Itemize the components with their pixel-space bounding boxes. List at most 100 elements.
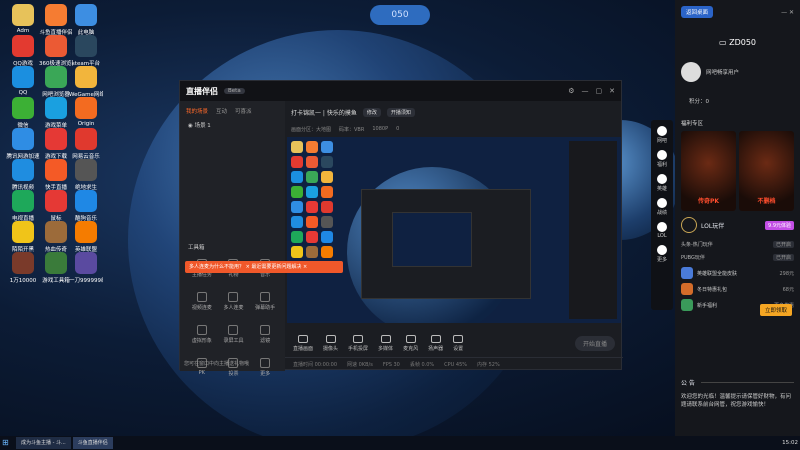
- desktop-icon-origin[interactable]: Origin: [69, 97, 103, 127]
- desktop-icon-netease-music[interactable]: 网易云音乐: [69, 128, 103, 160]
- preview-qq-game-icon: [291, 156, 303, 168]
- notice-banner[interactable]: 多人连麦为什么不能用？ × 最近需要更新问题解决 ×: [185, 261, 343, 273]
- desktop-icon-kuaishou[interactable]: 快手直播: [39, 159, 73, 191]
- kuaishou-icon: [45, 159, 67, 181]
- promo-card[interactable]: 不删档: [739, 131, 794, 211]
- rail-item[interactable]: 更多: [651, 245, 673, 263]
- video-player-icon: [12, 159, 34, 181]
- desktop-icon-tencent-assistant[interactable]: 腾讯网游加速: [6, 128, 40, 160]
- desktop-icon-lol-client[interactable]: 英雄联盟: [69, 221, 103, 253]
- desktop-icon-kugou[interactable]: 酷狗音乐: [69, 190, 103, 222]
- desktop-icon-wechat[interactable]: 微信: [6, 97, 40, 129]
- desktop-icon-360[interactable]: 360极速浏览器: [39, 35, 73, 67]
- desktop-icon-steam[interactable]: steam平台: [69, 35, 103, 67]
- desktop-icon-game-tool[interactable]: 游戏工具箱: [39, 252, 73, 284]
- desktop-icon-douyu-streaming[interactable]: 斗鱼直播伴侣: [39, 4, 73, 36]
- offer-item[interactable]: 冬日特惠礼包 68元: [681, 283, 794, 295]
- desktop-icon-game-house[interactable]: 陌陌开黑: [6, 221, 40, 253]
- control-item[interactable]: 设置: [453, 334, 464, 352]
- lol-badge-icon: [681, 217, 697, 233]
- offer-item[interactable]: 英雄联盟全能皮肤 298元: [681, 267, 794, 279]
- rail-icon: [657, 150, 667, 160]
- preview-chrome-icon: [306, 171, 318, 183]
- desktop-icon-wegame[interactable]: WeGame网络: [69, 66, 103, 98]
- maximize-icon[interactable]: ▢: [596, 87, 603, 95]
- back-desktop-button[interactable]: 返回桌面: [681, 6, 714, 18]
- desktop-icon-qq[interactable]: QQ: [6, 66, 40, 96]
- start-live-button[interactable]: 开始直播: [574, 335, 615, 351]
- panel-window-controls[interactable]: — ✕: [781, 9, 794, 16]
- taskbar: ⊞ 成为斗鱼主播 - 斗... 斗鱼直播伴侣 15:02: [0, 436, 800, 450]
- notice-body: 欢迎您的光临！温馨提示请保管好财物，有问题请联系前台网管，祝您游戏愉快！: [681, 394, 792, 408]
- desktop-icon-moba[interactable]: 一刀999999级: [69, 252, 103, 284]
- tool-item[interactable]: 录屏工具: [218, 325, 250, 344]
- tool-item[interactable]: 更多: [249, 358, 281, 377]
- nested-preview-inner: [392, 212, 472, 267]
- rail-item[interactable]: LOL: [651, 222, 673, 239]
- desktop-icon-qq-game[interactable]: QQ游戏: [6, 35, 40, 67]
- tool-item[interactable]: 滤镜: [249, 325, 281, 344]
- control-item[interactable]: 扬声器: [428, 334, 443, 352]
- desktop-icon-administrator[interactable]: Adm: [6, 4, 40, 34]
- user-card[interactable]: 网吧畅享用户: [681, 57, 794, 87]
- tool-item[interactable]: 虚拟形象: [186, 325, 218, 344]
- edit-button[interactable]: 修改: [362, 107, 381, 117]
- service-row[interactable]: PUBG玩伴 已开启: [681, 252, 794, 263]
- status-item: 内存 52%: [477, 362, 500, 368]
- lol-companion[interactable]: LOL玩伴 9.9元体验: [681, 217, 794, 233]
- left-footer-text: 您可在窗口中向主播送礼物哦: [184, 361, 250, 367]
- tool-item[interactable]: 弹幕助手: [249, 292, 281, 311]
- claim-button[interactable]: 立即领取: [759, 304, 792, 316]
- desktop-icon-chrome[interactable]: 网吧浏览器: [39, 66, 73, 98]
- service-row[interactable]: 头条-热门玩伴 已开启: [681, 239, 794, 250]
- taskbar-item[interactable]: 成为斗鱼主播 - 斗...: [16, 437, 71, 449]
- taskbar-item[interactable]: 斗鱼直播伴侣: [72, 437, 113, 449]
- preview-origin-icon: [321, 186, 333, 198]
- tool-label: 录屏工具: [223, 338, 244, 344]
- control-item[interactable]: 摄像头: [323, 334, 338, 352]
- desktop-icon-game-center[interactable]: 游戏菜单: [39, 97, 73, 129]
- service-status: 已开启: [772, 241, 794, 248]
- desktop-icon-pc[interactable]: 此电脑: [69, 4, 103, 36]
- windows-start-icon[interactable]: ⊞: [2, 438, 14, 448]
- rail-item[interactable]: 战绩: [651, 198, 673, 216]
- left-tab[interactable]: 我的场景: [186, 107, 208, 115]
- rail-item[interactable]: 英雄: [651, 174, 673, 192]
- tool-item[interactable]: 视频连麦: [186, 292, 218, 311]
- offer-price: 68元: [782, 286, 794, 293]
- control-label: 手机投屏: [348, 345, 369, 352]
- rail-item[interactable]: 网吧: [651, 126, 673, 144]
- desktop-icon-pubg[interactable]: 绝地求生: [69, 159, 103, 191]
- scene-item[interactable]: ◉ 场景 1: [180, 121, 285, 129]
- rail-item[interactable]: 福利: [651, 150, 673, 168]
- desktop-pill[interactable]: 050: [370, 5, 430, 25]
- left-tab[interactable]: 互动: [216, 107, 227, 115]
- desktop-icon-game-download[interactable]: 游戏下载: [39, 128, 73, 160]
- window-controls: ⚙ — ▢ ✕: [568, 87, 615, 95]
- info-bar: 画面分区：大地图 码率：VBR 1080P 0: [285, 123, 623, 135]
- desktop-icon-poster[interactable]: 热血传奇: [39, 221, 73, 253]
- tool-icon: [260, 325, 271, 335]
- promo-card[interactable]: 传奇PK: [681, 131, 736, 211]
- control-icon: [453, 334, 464, 343]
- left-tab[interactable]: 可喜派: [235, 107, 252, 115]
- start-guide-button[interactable]: 开播须知: [386, 107, 415, 117]
- control-item[interactable]: 直播画面: [293, 334, 313, 352]
- control-icon: [380, 334, 391, 343]
- chrome-icon: [45, 66, 67, 88]
- info-item: 码率：VBR: [339, 126, 365, 133]
- control-item[interactable]: 麦克风: [403, 334, 418, 352]
- eye-icon[interactable]: ◉: [188, 123, 193, 129]
- desktop-icon-big-brother[interactable]: 1万10000: [6, 252, 40, 284]
- desktop-icon-cursor-app[interactable]: 鼠标: [39, 190, 73, 222]
- desktop-icon-tv-player[interactable]: 电视直播: [6, 190, 40, 222]
- tool-item[interactable]: 多人连麦: [218, 292, 250, 311]
- settings-icon[interactable]: ⚙: [568, 87, 574, 95]
- minimize-icon[interactable]: —: [582, 87, 589, 95]
- desktop-icon-video-player[interactable]: 腾讯视频: [6, 159, 40, 191]
- stream-bar: 打卡锦凯一 | 快乐的摸鱼 修改 开播须知: [285, 101, 623, 123]
- control-item[interactable]: 手机投屏: [348, 334, 369, 352]
- control-item[interactable]: 多媒体: [378, 334, 393, 352]
- close-icon[interactable]: ✕: [609, 87, 615, 95]
- promo-banner[interactable]: 传奇PK 不删档: [681, 131, 794, 211]
